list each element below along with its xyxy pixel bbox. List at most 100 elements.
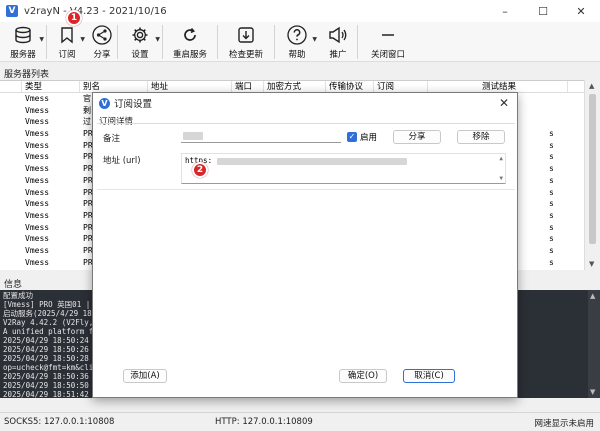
servers-label: 服务器 [10, 50, 36, 60]
subscription-label: 订阅 [58, 50, 76, 60]
status-bar: SOCKS5: 127.0.0.1:10808 HTTP: 127.0.0.1:… [0, 412, 600, 431]
minimize-icon[interactable]: – [486, 0, 524, 22]
speed-status: 网速显示未启用 [534, 419, 594, 429]
info-label: 信息 [4, 280, 23, 290]
cancel-button[interactable]: 取消(C) [403, 369, 455, 383]
chevron-down-icon: ▼ [312, 36, 317, 43]
scroll-down-icon[interactable]: ▼ [590, 388, 595, 396]
help-label: 帮助 [288, 50, 306, 60]
row-header-cell [0, 163, 22, 175]
table-cell: s [549, 152, 554, 162]
row-header-cell [0, 128, 22, 140]
help-icon [287, 25, 307, 45]
table-cell: Vmess [25, 129, 50, 139]
refresh-icon [180, 25, 200, 45]
close-window-button[interactable]: 关闭窗口 [358, 22, 418, 62]
row-header-cell [0, 233, 22, 245]
share-button[interactable]: 分享 [87, 22, 117, 62]
table-cell: s [549, 222, 554, 232]
http-status: HTTP: 127.0.0.1:10809 [215, 417, 313, 427]
row-header-cell [0, 140, 22, 152]
scroll-down-icon[interactable]: ▼ [499, 175, 503, 182]
table-cell: Vmess [25, 94, 50, 103]
table-cell: Vmess [25, 117, 50, 127]
column-header[interactable]: 传输协议 [326, 81, 374, 92]
table-cell: s [549, 210, 554, 220]
table-cell: Vmess [25, 152, 50, 162]
subscription-button[interactable]: 订阅 ▼ [47, 22, 87, 62]
download-icon [236, 25, 256, 45]
table-cell: s [549, 129, 554, 139]
table-cell: Vmess [25, 187, 50, 197]
redacted-text [183, 132, 203, 140]
column-header[interactable]: 类型 [22, 81, 80, 92]
table-cell: s [549, 187, 554, 197]
column-header[interactable]: 加密方式 [264, 81, 326, 92]
table-cell: s [549, 257, 554, 267]
remove-button[interactable]: 移除 [457, 130, 505, 144]
column-header[interactable]: 订阅 [374, 81, 428, 92]
toolbar: 服务器 ▼ 订阅 ▼ 分享 设置 ▼ 重启服务 检查更新 帮助 ▼ 推广 关闭窗… [0, 22, 600, 62]
close-icon[interactable]: ✕ [497, 96, 511, 110]
window-title: v2rayN - V4.23 - 2021/10/16 [24, 5, 167, 17]
database-icon [13, 25, 33, 45]
column-header[interactable]: 测试结果 [428, 81, 568, 92]
step-badge-1: 1 [66, 10, 82, 26]
table-cell: Vmess [25, 234, 50, 244]
promotion-button[interactable]: 推广 [319, 22, 357, 62]
socks-status: SOCKS5: 127.0.0.1:10808 [4, 417, 115, 427]
url-label: 地址 (url) [103, 156, 141, 166]
restart-service-button[interactable]: 重启服务 [163, 22, 217, 62]
share-icon [92, 25, 112, 45]
column-header[interactable]: 别名 [80, 81, 148, 92]
scroll-up-icon[interactable]: ▲ [589, 82, 594, 90]
bookmark-icon [57, 25, 77, 45]
column-header[interactable]: 端口 [232, 81, 264, 92]
table-cell: s [549, 234, 554, 244]
close-window-icon[interactable]: ✕ [562, 0, 600, 22]
gear-icon [130, 25, 150, 45]
row-header-spacer [0, 81, 22, 92]
settings-button[interactable]: 设置 ▼ [118, 22, 162, 62]
help-button[interactable]: 帮助 ▼ [275, 22, 319, 62]
maximize-icon[interactable]: ☐ [524, 0, 562, 22]
check-update-button[interactable]: 检查更新 [218, 22, 274, 62]
minus-icon [378, 25, 398, 45]
megaphone-icon [328, 25, 348, 45]
check-update-label: 检查更新 [228, 50, 263, 60]
settings-label: 设置 [131, 50, 149, 60]
log-scrollbar[interactable]: ▲ ▼ [588, 290, 600, 398]
remark-label: 备注 [103, 134, 121, 144]
row-header-cell [0, 116, 22, 128]
close-window-label: 关闭窗口 [370, 50, 405, 60]
ok-button[interactable]: 确定(O) [339, 369, 387, 383]
row-header-cell [0, 245, 22, 257]
url-textarea[interactable]: https: ▲ ▼ [181, 153, 506, 184]
table-cell: s [549, 175, 554, 185]
app-logo-icon: V [6, 5, 18, 17]
table-cell: Vmess [25, 210, 50, 220]
servers-button[interactable]: 服务器 ▼ [0, 22, 46, 62]
dialog-app-icon: V [99, 97, 110, 109]
remark-input[interactable] [181, 130, 341, 143]
enable-label: 启用 [360, 133, 378, 143]
row-header-cell [0, 105, 22, 117]
table-cell: Vmess [25, 222, 50, 232]
scroll-down-icon[interactable]: ▼ [589, 260, 594, 268]
table-cell: s [549, 245, 554, 255]
table-cell: Vmess [25, 175, 50, 185]
restart-label: 重启服务 [172, 50, 207, 60]
server-list-scrollbar[interactable]: ▲ ▼ [584, 80, 600, 270]
table-cell: s [549, 164, 554, 174]
row-header-cell [0, 175, 22, 187]
column-header[interactable]: 地址 [148, 81, 232, 92]
table-cell: Vmess [25, 140, 50, 150]
enable-checkbox[interactable]: ✓ 启用 [347, 131, 377, 143]
share-button[interactable]: 分享 [393, 130, 441, 144]
scroll-up-icon[interactable]: ▲ [590, 292, 595, 300]
server-list-label: 服务器列表 [4, 70, 50, 80]
add-button[interactable]: 添加(A) [123, 369, 167, 383]
scroll-thumb[interactable] [589, 94, 596, 244]
promotion-label: 推广 [329, 50, 347, 60]
scroll-up-icon[interactable]: ▲ [499, 155, 503, 162]
